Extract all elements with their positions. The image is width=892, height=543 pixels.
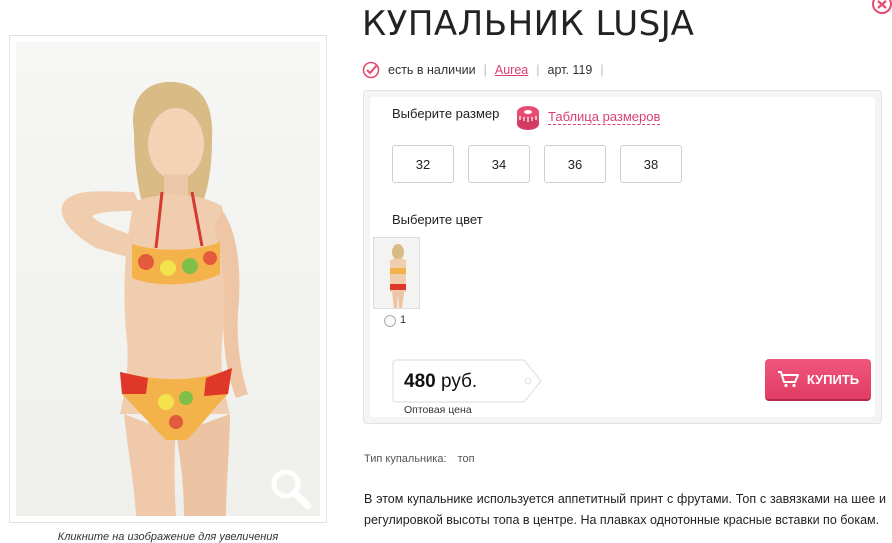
color-swatch-image bbox=[390, 244, 406, 308]
product-photo-frame[interactable] bbox=[9, 35, 327, 523]
swimsuit-type-label: Тип купальника: bbox=[364, 453, 447, 465]
size-option-34[interactable]: 34 bbox=[468, 145, 530, 183]
color-radio[interactable] bbox=[384, 315, 396, 327]
color-label: Выберите цвет bbox=[392, 212, 483, 227]
close-button[interactable] bbox=[872, 0, 892, 16]
product-description: В этом купальнике используется аппетитны… bbox=[364, 492, 886, 527]
availability-text: есть в наличии bbox=[388, 63, 476, 77]
close-icon bbox=[872, 0, 892, 14]
brand-link[interactable]: Aurea bbox=[495, 63, 528, 77]
size-label: Выберите размер bbox=[392, 106, 500, 121]
size-option-32[interactable]: 32 bbox=[392, 145, 454, 183]
size-table-link[interactable]: Таблица размеров bbox=[514, 103, 661, 131]
meta-separator: | bbox=[536, 63, 540, 77]
meta-separator: | bbox=[483, 63, 487, 77]
model-image bbox=[61, 81, 248, 516]
buy-button-label: КУПИТЬ bbox=[806, 371, 860, 387]
purchase-panel-inner: Выберите размер Таблица размеров 32 34 3… bbox=[370, 97, 875, 417]
article-number: арт. 119 bbox=[547, 63, 593, 77]
swimsuit-type-value: топ bbox=[457, 453, 475, 465]
product-photo[interactable] bbox=[16, 42, 320, 516]
measuring-tape-icon bbox=[517, 106, 539, 130]
magnifier-icon bbox=[271, 469, 312, 510]
price: 480 руб. bbox=[404, 371, 477, 393]
check-circle-icon bbox=[362, 61, 380, 79]
product-title: КУПАЛЬНИК LUSJA bbox=[362, 4, 695, 44]
swimsuit-type-row: Тип купальника: топ bbox=[364, 453, 475, 465]
size-option-36[interactable]: 36 bbox=[544, 145, 606, 183]
buy-button[interactable]: КУПИТЬ bbox=[765, 359, 871, 399]
color-swatch[interactable] bbox=[373, 237, 420, 309]
meta-separator: | bbox=[600, 63, 604, 77]
zoom-button[interactable] bbox=[268, 466, 314, 512]
cart-icon bbox=[777, 371, 799, 388]
purchase-panel: Выберите размер Таблица размеров 32 34 3… bbox=[363, 90, 882, 424]
size-option-38[interactable]: 38 bbox=[620, 145, 682, 183]
photo-caption: Кликните на изображение для увеличения bbox=[57, 531, 279, 543]
size-table-label: Таблица размеров bbox=[548, 109, 661, 125]
product-meta: есть в наличии | Aurea | арт. 119 | bbox=[362, 61, 612, 79]
color-option-label: 1 bbox=[400, 314, 407, 326]
price-currency: руб. bbox=[440, 371, 478, 392]
price-note: Оптовая цена bbox=[404, 404, 472, 416]
price-value: 480 bbox=[404, 371, 436, 392]
